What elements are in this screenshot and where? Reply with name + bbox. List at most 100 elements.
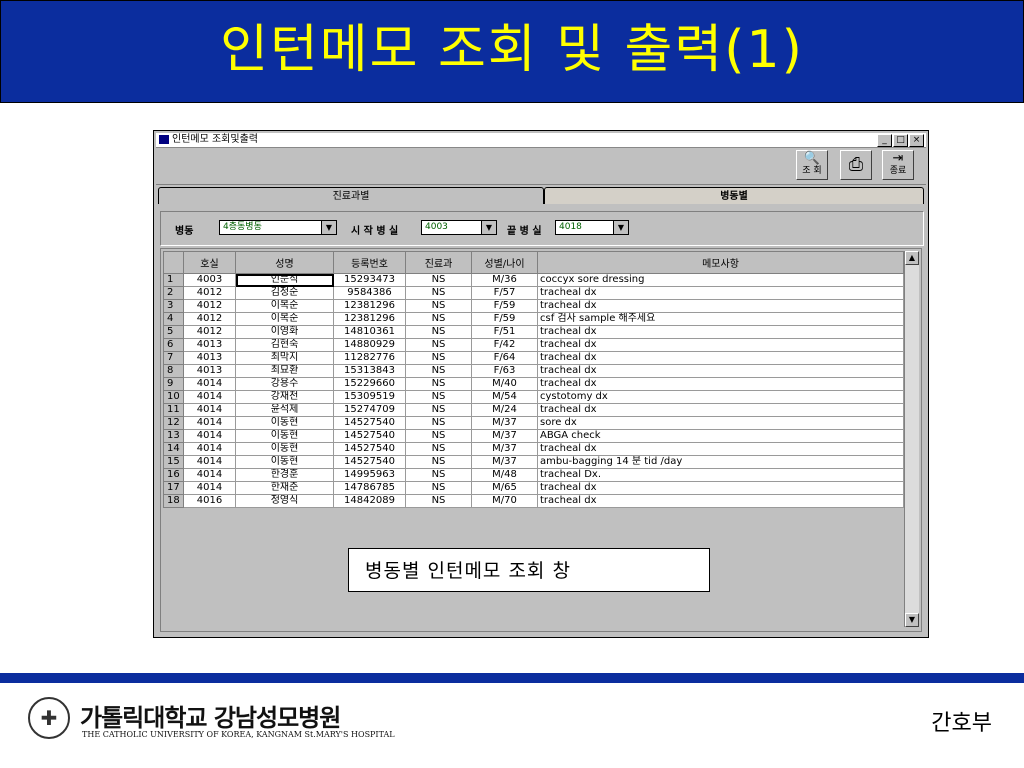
row-number[interactable]: 11 bbox=[163, 403, 184, 417]
name-cell[interactable]: 최묘환 bbox=[235, 364, 334, 378]
name-cell[interactable]: 이영화 bbox=[235, 325, 334, 339]
table-row[interactable]: 10 4014 강재천 15309519 NS M/54 cystotomy dx bbox=[163, 390, 904, 404]
table-row[interactable]: 3 4012 이복순 12381296 NS F/59 tracheal dx bbox=[163, 299, 904, 313]
table-row[interactable]: 18 4016 정영식 14842089 NS M/70 tracheal dx bbox=[163, 494, 904, 508]
table-row[interactable]: 15 4014 이동현 14527540 NS M/37 ambu-bagging 14 분… bbox=[163, 455, 904, 469]
row-number[interactable]: 7 bbox=[163, 351, 184, 365]
table-row[interactable]: 14 4014 이동현 14527540 NS M/37 tracheal dx bbox=[163, 442, 904, 456]
room-cell[interactable]: 4016 bbox=[183, 494, 236, 508]
sex-age-cell[interactable]: F/42 bbox=[471, 338, 538, 352]
table-row[interactable]: 9 4014 강용수 15229660 NS M/40 tracheal dx bbox=[163, 377, 904, 391]
sex-age-cell[interactable]: M/37 bbox=[471, 429, 538, 443]
query-button[interactable]: 🔍 조 회 bbox=[796, 150, 828, 180]
row-number[interactable]: 13 bbox=[163, 429, 184, 443]
dept-cell[interactable]: NS bbox=[405, 390, 472, 404]
row-number[interactable]: 10 bbox=[163, 390, 184, 404]
memo-cell[interactable]: cystotomy dx bbox=[537, 390, 904, 404]
reg-no-cell[interactable]: 14842089 bbox=[333, 494, 406, 508]
name-cell[interactable]: 한경훈 bbox=[235, 468, 334, 482]
room-cell[interactable]: 4014 bbox=[183, 481, 236, 495]
reg-no-cell[interactable]: 15229660 bbox=[333, 377, 406, 391]
table-row[interactable]: 6 4013 김현숙 14880929 NS F/42 tracheal dx bbox=[163, 338, 904, 352]
room-cell[interactable]: 4014 bbox=[183, 403, 236, 417]
memo-cell[interactable]: sore dx bbox=[537, 416, 904, 430]
name-cell[interactable]: 김현숙 bbox=[235, 338, 334, 352]
sex-age-cell[interactable]: F/64 bbox=[471, 351, 538, 365]
reg-no-cell[interactable]: 14527540 bbox=[333, 416, 406, 430]
memo-cell[interactable]: tracheal dx bbox=[537, 442, 904, 456]
reg-no-cell[interactable]: 14995963 bbox=[333, 468, 406, 482]
grid-header-name[interactable]: 성명 bbox=[235, 251, 334, 274]
room-cell[interactable]: 4014 bbox=[183, 390, 236, 404]
dept-cell[interactable]: NS bbox=[405, 481, 472, 495]
name-cell[interactable]: 이동현 bbox=[235, 429, 334, 443]
dept-cell[interactable]: NS bbox=[405, 377, 472, 391]
room-cell[interactable]: 4014 bbox=[183, 455, 236, 469]
memo-cell[interactable]: tracheal dx bbox=[537, 494, 904, 508]
room-cell[interactable]: 4012 bbox=[183, 299, 236, 313]
scroll-down-button[interactable]: ▼ bbox=[905, 613, 919, 627]
sex-age-cell[interactable]: M/48 bbox=[471, 468, 538, 482]
row-number[interactable]: 3 bbox=[163, 299, 184, 313]
dept-cell[interactable]: NS bbox=[405, 299, 472, 313]
table-row[interactable]: 1 4003 인문식 15293473 NS M/36 coccyx sore dressi… bbox=[163, 273, 904, 287]
memo-cell[interactable]: tracheal dx bbox=[537, 286, 904, 300]
memo-cell[interactable]: tracheal dx bbox=[537, 364, 904, 378]
chevron-down-icon[interactable]: ▼ bbox=[321, 221, 336, 234]
dept-cell[interactable]: NS bbox=[405, 468, 472, 482]
reg-no-cell[interactable]: 15274709 bbox=[333, 403, 406, 417]
table-row[interactable]: 2 4012 김정순 9584386 NS F/57 tracheal dx bbox=[163, 286, 904, 300]
memo-cell[interactable]: tracheal dx bbox=[537, 403, 904, 417]
table-row[interactable]: 11 4014 윤석제 15274709 NS M/24 tracheal dx bbox=[163, 403, 904, 417]
room-cell[interactable]: 4012 bbox=[183, 286, 236, 300]
name-cell[interactable]: 윤석제 bbox=[235, 403, 334, 417]
sex-age-cell[interactable]: M/70 bbox=[471, 494, 538, 508]
reg-no-cell[interactable]: 12381296 bbox=[333, 299, 406, 313]
vertical-scrollbar[interactable]: ▲ ▼ bbox=[904, 251, 919, 627]
sex-age-cell[interactable]: M/37 bbox=[471, 416, 538, 430]
reg-no-cell[interactable]: 14527540 bbox=[333, 429, 406, 443]
row-number[interactable]: 2 bbox=[163, 286, 184, 300]
dept-cell[interactable]: NS bbox=[405, 429, 472, 443]
room-cell[interactable]: 4014 bbox=[183, 416, 236, 430]
scroll-up-button[interactable]: ▲ bbox=[905, 251, 919, 265]
dept-cell[interactable]: NS bbox=[405, 338, 472, 352]
sex-age-cell[interactable]: F/57 bbox=[471, 286, 538, 300]
dept-cell[interactable]: NS bbox=[405, 494, 472, 508]
room-cell[interactable]: 4012 bbox=[183, 312, 236, 326]
dept-cell[interactable]: NS bbox=[405, 455, 472, 469]
memo-cell[interactable]: tracheal dx bbox=[537, 351, 904, 365]
row-number[interactable]: 15 bbox=[163, 455, 184, 469]
table-row[interactable]: 17 4014 한재준 14786785 NS M/65 tracheal dx bbox=[163, 481, 904, 495]
end-room-select[interactable]: 4018 ▼ bbox=[555, 220, 629, 235]
reg-no-cell[interactable]: 14527540 bbox=[333, 455, 406, 469]
row-number[interactable]: 4 bbox=[163, 312, 184, 326]
sex-age-cell[interactable]: M/37 bbox=[471, 455, 538, 469]
reg-no-cell[interactable]: 15293473 bbox=[333, 273, 406, 287]
reg-no-cell[interactable]: 9584386 bbox=[333, 286, 406, 300]
table-row[interactable]: 4 4012 이복순 12381296 NS F/59 csf 검사 sample 해주세요 bbox=[163, 312, 904, 326]
print-button[interactable]: ⎙ bbox=[840, 150, 872, 180]
table-row[interactable]: 8 4013 최묘환 15313843 NS F/63 tracheal dx bbox=[163, 364, 904, 378]
sex-age-cell[interactable]: M/54 bbox=[471, 390, 538, 404]
table-row[interactable]: 16 4014 한경훈 14995963 NS M/48 tracheal Dx. bbox=[163, 468, 904, 482]
room-cell[interactable]: 4014 bbox=[183, 429, 236, 443]
chevron-down-icon[interactable]: ▼ bbox=[613, 221, 628, 234]
dept-cell[interactable]: NS bbox=[405, 364, 472, 378]
start-room-select[interactable]: 4003 ▼ bbox=[421, 220, 497, 235]
memo-cell[interactable]: tracheal dx bbox=[537, 299, 904, 313]
row-number[interactable]: 14 bbox=[163, 442, 184, 456]
dept-cell[interactable]: NS bbox=[405, 273, 472, 287]
name-cell[interactable]: 인문식 bbox=[235, 273, 334, 287]
room-cell[interactable]: 4013 bbox=[183, 351, 236, 365]
reg-no-cell[interactable]: 14810361 bbox=[333, 325, 406, 339]
memo-cell[interactable]: csf 검사 sample 해주세요 bbox=[537, 312, 904, 326]
row-number[interactable]: 6 bbox=[163, 338, 184, 352]
room-cell[interactable]: 4013 bbox=[183, 338, 236, 352]
sex-age-cell[interactable]: M/37 bbox=[471, 442, 538, 456]
name-cell[interactable]: 이복순 bbox=[235, 312, 334, 326]
sex-age-cell[interactable]: M/36 bbox=[471, 273, 538, 287]
exit-button[interactable]: ⇥ 종료 bbox=[882, 150, 914, 180]
room-cell[interactable]: 4013 bbox=[183, 364, 236, 378]
memo-cell[interactable]: tracheal dx bbox=[537, 325, 904, 339]
